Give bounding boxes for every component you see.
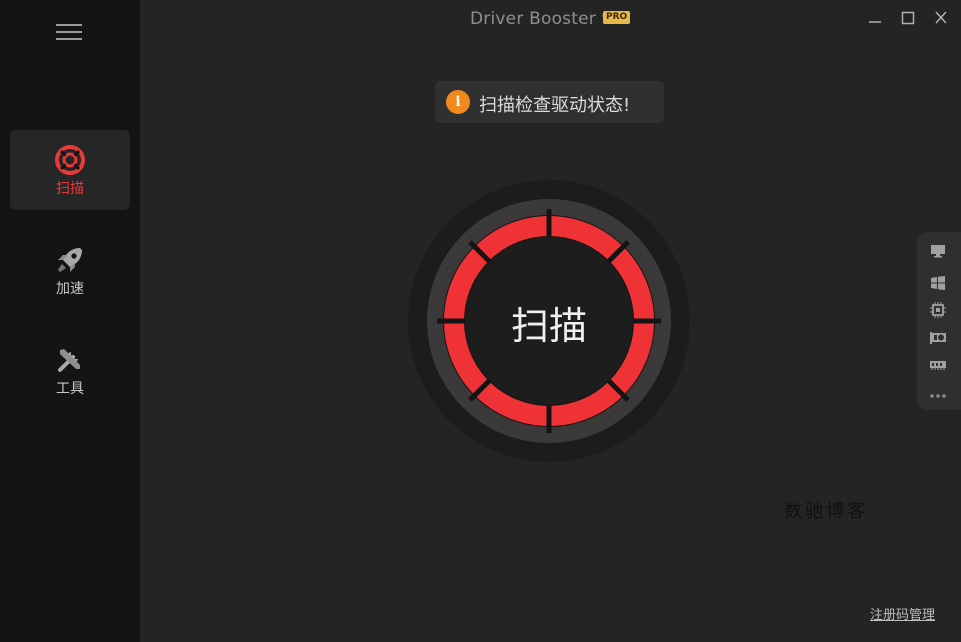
tools-icon (58, 349, 80, 372)
register-code-link[interactable]: 注册码管理 (870, 604, 935, 623)
memory-icon[interactable] (929, 356, 947, 372)
chip-icon[interactable] (929, 302, 947, 318)
more-icon[interactable] (929, 388, 947, 404)
rocket-icon (58, 248, 82, 272)
scan-button[interactable]: 扫描 (407, 179, 691, 463)
maximize-icon[interactable] (897, 8, 919, 28)
graphics-card-icon[interactable] (929, 329, 947, 345)
sidebar: 扫描 加速 工具 (0, 0, 140, 642)
scan-button-label: 扫描 (510, 304, 587, 348)
sidebar-item-scan[interactable]: 扫描 (10, 130, 130, 210)
sidebar-item-label: 工具 (56, 381, 84, 397)
sidebar-item-tools[interactable]: 工具 (10, 330, 130, 410)
scan-notice: i 扫描检查驱动状态! (435, 81, 664, 123)
notice-text: 扫描检查驱动状态! (479, 95, 631, 116)
hamburger-menu-icon[interactable] (56, 24, 82, 42)
sidebar-item-boost[interactable]: 加速 (10, 230, 130, 310)
sidebar-item-label: 加速 (56, 281, 84, 297)
watermark-text: 数驰博客 (784, 501, 868, 522)
monitor-icon[interactable] (929, 243, 947, 259)
hardware-panel (917, 232, 961, 410)
minimize-icon[interactable] (864, 8, 886, 28)
sidebar-item-label: 扫描 (56, 181, 84, 197)
app-title: Driver Booster 9 (470, 9, 613, 29)
pro-badge: PRO (603, 11, 631, 24)
info-icon: i (446, 90, 470, 114)
windows-icon[interactable] (929, 275, 947, 291)
close-icon[interactable] (930, 8, 952, 28)
title-bar: Driver Booster 9 (140, 0, 961, 36)
lifebuoy-icon (55, 145, 85, 175)
